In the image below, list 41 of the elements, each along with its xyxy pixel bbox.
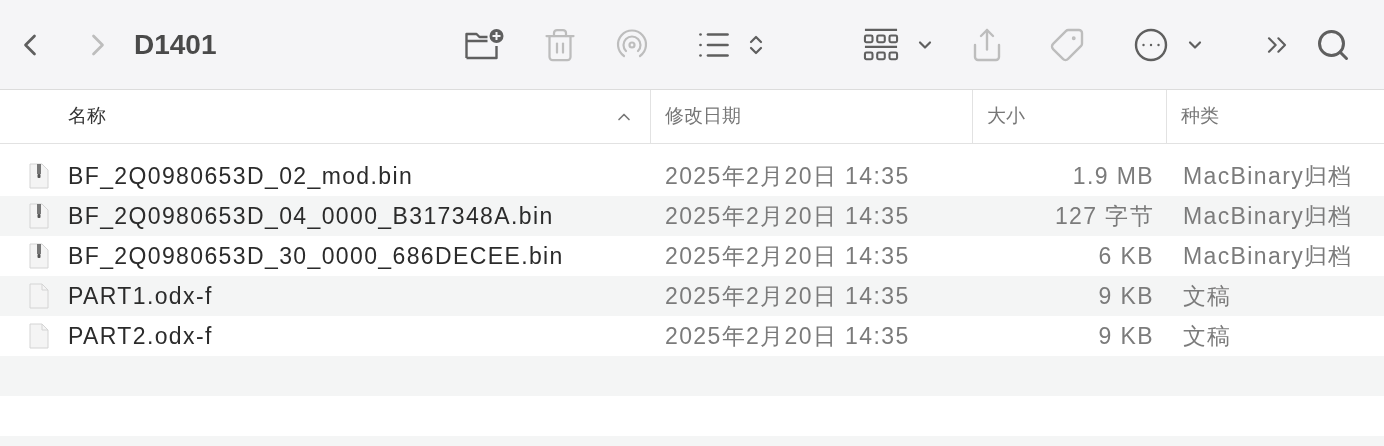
column-header[interactable]: 种类 <box>1166 90 1384 143</box>
file-kind: MacBinary归档 <box>1182 201 1353 231</box>
more-icon[interactable] <box>1132 26 1169 63</box>
file-name: PART1.odx-f <box>68 281 213 311</box>
archive-file-icon <box>29 243 49 269</box>
file-size: 1.9 MB <box>1071 161 1154 191</box>
column-label: 大小 <box>987 104 1025 129</box>
file-size: 6 KB <box>1097 241 1154 271</box>
modified-date: 2025年2月20日 14:35 <box>664 241 911 271</box>
modified-date: 2025年2月20日 14:35 <box>664 161 911 191</box>
file-name: BF_2Q0980653D_04_0000_B317348A.bin <box>68 201 554 231</box>
window-title: D1401 <box>134 27 217 62</box>
file-size: 127 字节 <box>1053 201 1154 231</box>
file-row[interactable]: BF_2Q0980653D_30_0000_686DECEE.bin 2025年2月20日 14:35 6 KB MacBinary归档 <box>0 236 1384 276</box>
document-file-icon <box>29 323 49 349</box>
file-size: 9 KB <box>1097 281 1154 311</box>
grid-icon[interactable] <box>862 27 899 62</box>
file-name: BF_2Q0980653D_30_0000_686DECEE.bin <box>68 241 564 271</box>
column-label: 种类 <box>1181 104 1219 129</box>
file-row[interactable]: PART1.odx-f 2025年2月20日 14:35 9 KB 文稿 <box>0 276 1384 316</box>
file-row[interactable]: BF_2Q0980653D_02_mod.bin 2025年2月20日 14:35 1.9 MB MacBinary归档 <box>0 156 1384 196</box>
file-name: BF_2Q0980653D_02_mod.bin <box>68 161 414 191</box>
column-label: 名称 <box>68 104 106 129</box>
file-kind: 文稿 <box>1182 321 1232 351</box>
file-kind: 文稿 <box>1182 281 1232 311</box>
file-name: PART2.odx-f <box>68 321 213 351</box>
modified-date: 2025年2月20日 14:35 <box>664 281 911 311</box>
file-kind: MacBinary归档 <box>1182 161 1353 191</box>
archive-file-icon <box>29 203 49 229</box>
column-label: 修改日期 <box>665 104 741 129</box>
file-size: 9 KB <box>1097 321 1154 351</box>
column-header[interactable]: 修改日期 <box>650 90 972 143</box>
modified-date: 2025年2月20日 14:35 <box>664 321 911 351</box>
column-header[interactable]: 名称 <box>0 90 650 143</box>
file-row[interactable]: BF_2Q0980653D_04_0000_B317348A.bin 2025年2月20日 14:35 127 字节 MacBinary归档 <box>0 196 1384 236</box>
archive-file-icon <box>29 163 49 189</box>
document-file-icon <box>29 283 49 309</box>
modified-date: 2025年2月20日 14:35 <box>664 201 911 231</box>
file-kind: MacBinary归档 <box>1182 241 1353 271</box>
file-row[interactable]: PART2.odx-f 2025年2月20日 14:35 9 KB 文稿 <box>0 316 1384 356</box>
column-header[interactable]: 大小 <box>972 90 1166 143</box>
